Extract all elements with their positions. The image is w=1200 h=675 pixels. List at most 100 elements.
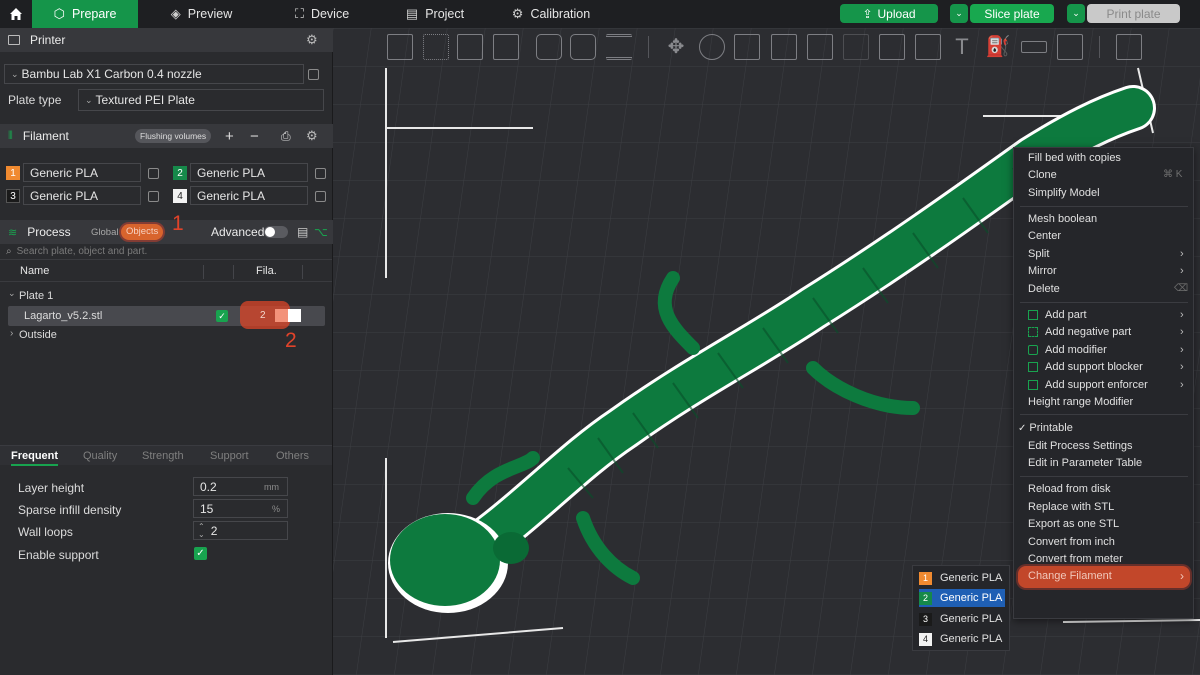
filament-slot-4-select[interactable]: Generic PLA (190, 186, 308, 205)
menu-item-delete[interactable]: Delete ⌫ (1028, 281, 1188, 297)
menu-item-edit-process[interactable]: Edit Process Settings (1028, 438, 1133, 454)
edit-icon[interactable] (148, 191, 159, 202)
menu-item-printable[interactable]: ✓ Printable (1018, 420, 1073, 436)
submenu-filament-4[interactable]: 4 Generic PLA (919, 630, 1005, 648)
measure-icon[interactable] (1021, 41, 1047, 53)
objects-toggle[interactable]: Objects (121, 224, 164, 240)
tab-calibration[interactable]: ⚙ Calibration (491, 0, 611, 28)
seam-paint-icon[interactable] (915, 34, 941, 60)
menu-item-fill-bed[interactable]: Fill bed with copies (1028, 150, 1121, 166)
settings-icon[interactable]: ⚙ (306, 128, 318, 144)
tab-support[interactable]: Support (210, 450, 249, 462)
tab-preview[interactable]: ◈ Preview (138, 0, 265, 28)
slice-dropdown-button[interactable]: ⌄ (950, 4, 968, 23)
lay-on-face-icon[interactable] (771, 34, 797, 60)
tab-prepare[interactable]: ⬡ Prepare (32, 0, 138, 28)
add-object-icon[interactable] (387, 34, 413, 60)
plate-type-select[interactable]: ⌄ Textured PEI Plate (78, 89, 324, 111)
split-objects-icon[interactable] (536, 34, 562, 60)
scale-icon[interactable] (734, 34, 760, 60)
table-icon[interactable]: ▤ (297, 225, 308, 239)
global-toggle[interactable]: Global (91, 227, 118, 238)
home-icon[interactable] (0, 0, 32, 28)
edit-icon[interactable] (315, 191, 326, 202)
edit-icon[interactable] (315, 168, 326, 179)
menu-item-export-stl[interactable]: Export as one STL (1028, 516, 1119, 532)
menu-item-add-support-blocker[interactable]: Add support blocker › (1028, 359, 1188, 375)
menu-item-convert-meter[interactable]: Convert from meter (1028, 551, 1123, 567)
print-plate-button[interactable]: Print plate (1087, 4, 1180, 23)
menu-item-height-range[interactable]: Height range Modifier (1028, 394, 1133, 410)
tab-others[interactable]: Others (276, 450, 309, 462)
layers-list-icon[interactable] (606, 34, 632, 60)
assembly-view-icon[interactable] (1116, 34, 1142, 60)
add-icon[interactable]: + (225, 128, 234, 145)
sync-icon[interactable]: ⎙ (281, 129, 291, 144)
filament-slot-1-badge[interactable]: 1 (6, 166, 20, 180)
menu-item-mirror[interactable]: Mirror › (1028, 263, 1188, 279)
color-paint-icon[interactable]: ⛽ (985, 34, 1011, 60)
outside-tree-item[interactable]: › Outside (0, 327, 332, 343)
filament-slot-4-badge[interactable]: 4 (173, 189, 187, 203)
stepper-arrows-icon[interactable]: ⌃ ⌄ (198, 522, 205, 539)
edit-icon[interactable] (148, 168, 159, 179)
layer-height-input[interactable]: 0.2 mm (193, 477, 288, 496)
submenu-filament-2[interactable]: 2 Generic PLA (919, 589, 1005, 607)
enable-support-checkbox[interactable]: ✓ (194, 547, 207, 560)
remove-icon[interactable]: − (250, 128, 259, 145)
menu-item-change-filament[interactable]: Change Filament › (1018, 566, 1190, 588)
menu-item-replace-stl[interactable]: Replace with STL (1028, 499, 1114, 515)
menu-item-convert-inch[interactable]: Convert from inch (1028, 534, 1115, 550)
assembly-icon[interactable] (1057, 34, 1083, 60)
menu-item-add-support-enforcer[interactable]: Add support enforcer › (1028, 377, 1188, 393)
edit-icon[interactable] (308, 69, 319, 80)
menu-item-center[interactable]: Center (1028, 228, 1061, 244)
object-search[interactable]: ⌕ Search plate, object and part. (0, 244, 332, 260)
menu-item-add-negative-part[interactable]: Add negative part › (1028, 324, 1188, 340)
print-dropdown-button[interactable]: ⌄ (1067, 4, 1085, 23)
split-parts-icon[interactable] (570, 34, 596, 60)
add-plate-icon[interactable] (423, 34, 449, 60)
menu-item-add-part[interactable]: Add part › (1028, 307, 1188, 323)
advanced-toggle[interactable] (264, 226, 288, 238)
menu-item-split[interactable]: Split › (1028, 246, 1188, 262)
settings-icon[interactable]: ⚙ (306, 32, 318, 48)
column-divider (203, 265, 204, 279)
tab-quality[interactable]: Quality (83, 450, 117, 462)
move-icon[interactable]: ✥ (663, 34, 689, 60)
filament-slot-3-select[interactable]: Generic PLA (23, 186, 141, 205)
cut-icon[interactable] (807, 34, 833, 60)
submenu-filament-3[interactable]: 3 Generic PLA (919, 610, 1005, 628)
object-tree-item[interactable]: Lagarto_v5.2.stl ✓ 2 (8, 301, 325, 329)
filament-slot-3-badge[interactable]: 3 (6, 189, 20, 203)
wall-loops-stepper[interactable]: ⌃ ⌄ 2 (193, 521, 288, 540)
submenu-filament-1[interactable]: 1 Generic PLA (919, 569, 1005, 587)
menu-item-reload[interactable]: Reload from disk (1028, 481, 1111, 497)
mesh-boolean-icon[interactable] (843, 34, 869, 60)
slice-plate-button[interactable]: Slice plate (970, 4, 1054, 23)
tab-project[interactable]: ▤ Project (379, 0, 491, 28)
share-icon[interactable]: ⌥ (314, 225, 328, 239)
text-icon[interactable]: T (949, 34, 975, 60)
tab-frequent[interactable]: Frequent (11, 450, 59, 466)
orient-icon[interactable] (457, 34, 483, 60)
rotate-icon[interactable] (699, 34, 725, 60)
menu-item-mesh-boolean[interactable]: Mesh boolean (1028, 211, 1097, 227)
checkbox-checked-icon[interactable]: ✓ (216, 310, 228, 322)
filament-slot-2-badge[interactable]: 2 (173, 166, 187, 180)
menu-item-add-modifier[interactable]: Add modifier › (1028, 342, 1188, 358)
arrange-icon[interactable] (493, 34, 519, 60)
tab-strength[interactable]: Strength (142, 450, 184, 462)
menu-item-clone[interactable]: Clone ⌘ K (1028, 167, 1188, 183)
flushing-volumes-button[interactable]: Flushing volumes (135, 129, 212, 143)
menu-item-parameter-table[interactable]: Edit in Parameter Table (1028, 455, 1142, 471)
support-paint-icon[interactable] (879, 34, 905, 60)
printer-select[interactable]: ⌄ Bambu Lab X1 Carbon 0.4 nozzle (4, 64, 304, 84)
filament-slot-1-select[interactable]: Generic PLA (23, 163, 141, 182)
chevron-right-icon: › (1180, 379, 1184, 391)
upload-button[interactable]: ⇪ Upload (840, 4, 938, 23)
menu-item-simplify[interactable]: Simplify Model (1028, 185, 1100, 201)
filament-slot-2-select[interactable]: Generic PLA (190, 163, 308, 182)
tab-device[interactable]: ⛶ Device (265, 0, 379, 28)
infill-input[interactable]: 15 % (193, 499, 288, 518)
